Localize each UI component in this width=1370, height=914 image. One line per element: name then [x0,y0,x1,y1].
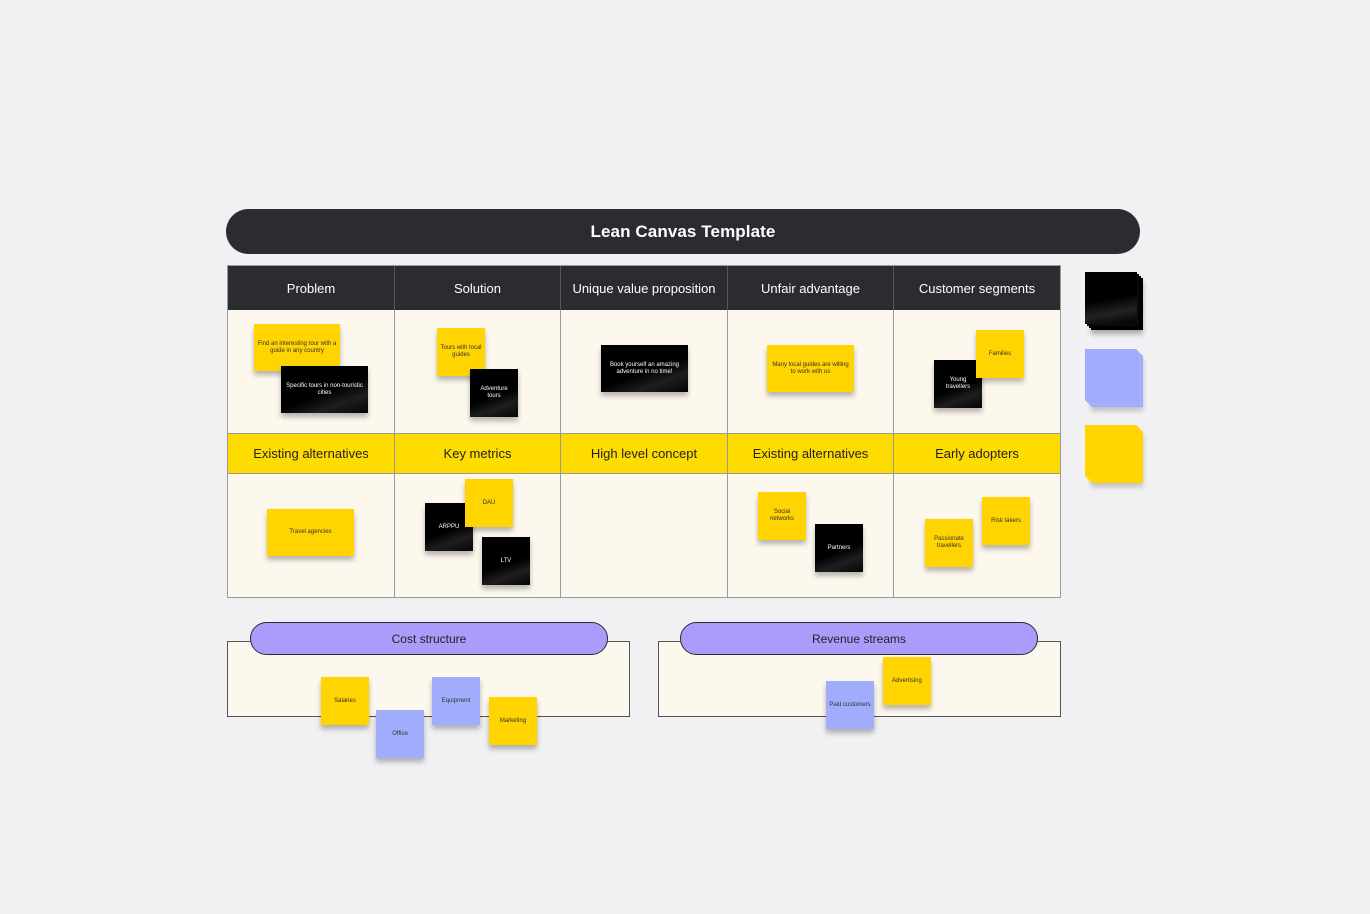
black-sticky-stack[interactable] [1085,272,1143,330]
sticky-note[interactable]: Paid customers [826,681,874,729]
header-unfair-advantage: Unfair advantage [728,266,894,310]
yellow-sticky-stack[interactable] [1085,425,1143,483]
header-existing-alternatives-2: Existing alternatives [728,433,894,474]
canvas-title: Lean Canvas Template [590,221,776,241]
header-early-adopters: Early adopters [894,433,1060,474]
sticky-note[interactable]: Families [976,330,1024,378]
sticky-note[interactable]: Book yourself an amazing adventure in no… [601,345,688,392]
cell-high-level-concept[interactable] [561,474,728,597]
header-existing-alternatives: Existing alternatives [228,433,395,474]
sticky-note[interactable]: Travel agencies [267,509,354,556]
revenue-streams-label: Revenue streams [680,622,1038,655]
sticky-note[interactable]: Young travellers [934,360,982,408]
sticky-note[interactable]: Social networks [758,492,806,540]
header-high-level-concept: High level concept [561,433,728,474]
cell-early-adopters[interactable] [894,474,1060,597]
cost-structure-label: Cost structure [250,622,608,655]
sticky-note[interactable]: Find an interesting tour with a guide in… [254,324,340,371]
sticky-note[interactable]: Office [376,710,424,758]
sticky-note[interactable]: Partners [815,524,863,572]
sticky-note[interactable]: Specific tours in non-touristic cities [281,366,368,413]
sticky-note[interactable]: Adventure tours [470,369,518,417]
sticky-note[interactable]: Marketing [489,697,537,745]
sticky-note[interactable]: Salaries [321,677,369,725]
sticky-note[interactable]: LTV [482,537,530,585]
cell-channels[interactable] [728,474,894,597]
sticky-note[interactable]: Many local guides are willing to work wi… [767,345,854,392]
header-problem: Problem [228,266,395,310]
sticky-note[interactable]: Equipment [432,677,480,725]
header-uvp: Unique value proposition [561,266,728,310]
header-solution: Solution [395,266,561,310]
sticky-note[interactable]: DAU [465,479,513,527]
header-customer-segments: Customer segments [894,266,1060,310]
sticky-note[interactable]: Passionate travellers [925,519,973,567]
header-key-metrics: Key metrics [395,433,561,474]
sticky-note[interactable]: Advertising [883,657,931,705]
canvas-title-bar: Lean Canvas Template [226,209,1140,254]
sticky-note[interactable]: Risk takers [982,497,1030,545]
blue-sticky-stack[interactable] [1085,349,1143,407]
